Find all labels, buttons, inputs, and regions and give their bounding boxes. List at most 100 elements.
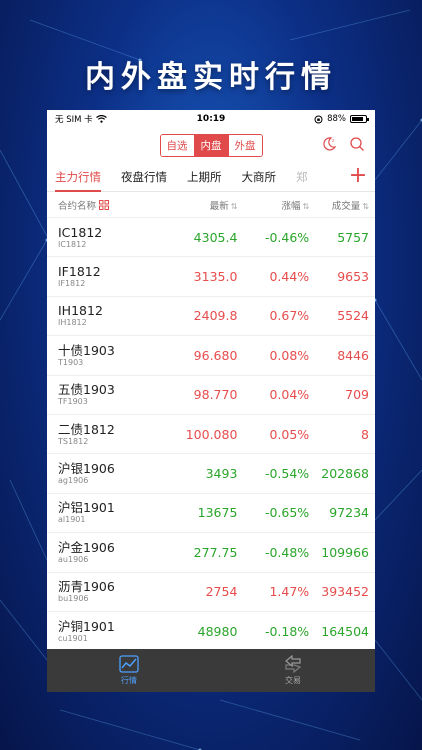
contract-name: 沥青1906 (58, 579, 115, 595)
change-percent: 0.05% (269, 426, 310, 442)
contract-name: IC1812 (58, 224, 103, 240)
last-price: 277.75 (193, 544, 238, 560)
contract-name: 十债1903 (58, 342, 115, 358)
contract-name: 沪铝1901 (58, 500, 115, 516)
last-price: 13675 (197, 505, 238, 521)
last-price: 98.770 (193, 387, 238, 403)
change-percent: 0.04% (269, 387, 310, 403)
change-percent: 1.47% (269, 584, 310, 600)
segment-foreign[interactable]: 外盘 (228, 134, 262, 156)
contract-code: T1903 (58, 357, 84, 367)
contract-name: IF1812 (58, 264, 101, 280)
volume: 202868 (321, 466, 369, 482)
volume: 393452 (321, 584, 369, 600)
quote-row[interactable]: 沥青1906 bu1906 2754 1.47% 393452 (47, 573, 375, 612)
contract-name: 沪银1906 (58, 461, 115, 477)
volume: 8446 (337, 347, 369, 363)
quote-row[interactable]: 沪银1906 ag1906 3493 -0.54% 202868 (47, 454, 375, 494)
volume: 709 (345, 387, 369, 403)
volume: 9653 (337, 269, 369, 285)
volume: 5757 (337, 229, 369, 245)
wifi-icon (95, 115, 107, 123)
contract-code: IH1812 (58, 318, 87, 328)
table-header: 合约名称 最新 ⇅ 涨幅 ⇅ 成交量 ⇅ (47, 192, 375, 218)
contract-cell: 五债1903 TF1903 (58, 382, 158, 407)
quote-row[interactable]: 沪铜1901 cu1901 48980 -0.18% 164504 (47, 612, 375, 652)
segment-domestic[interactable]: 内盘 (194, 134, 229, 156)
column-name-header: 合约名称 (58, 200, 97, 212)
contract-code: IC1812 (58, 239, 87, 249)
contract-cell: 二债1812 TS1812 (58, 422, 158, 447)
column-volume-header[interactable]: 成交量 ⇅ (309, 198, 369, 212)
add-tab-button[interactable]: + (347, 165, 369, 188)
change-percent: -0.18% (264, 623, 310, 639)
tab-dce[interactable]: 大商所 (242, 162, 277, 192)
quote-row[interactable]: 沪铝1901 al1901 13675 -0.65% 97234 (47, 494, 375, 534)
phone-screen: 无 SIM 卡 10:19 88% 自选 内盘 外盘 z 主力行情 夜盘行情 上… (47, 110, 375, 692)
volume: 8 (361, 426, 369, 442)
quote-row[interactable]: 二债1812 TS1812 100.080 0.05% 8 (47, 415, 375, 455)
volume: 5524 (337, 308, 369, 324)
tab-main-contracts[interactable]: 主力行情 (55, 162, 101, 192)
last-price: 3135.0 (193, 269, 238, 285)
tab-night-session[interactable]: 夜盘行情 (121, 162, 167, 192)
category-tabs: 主力行情 夜盘行情 上期所 大商所 郑 + (47, 162, 375, 192)
market-segment-control: 自选 内盘 外盘 (159, 133, 263, 157)
contract-cell: 沪铜1901 cu1901 (58, 619, 158, 644)
contract-name: 沪金1906 (58, 539, 115, 555)
column-price-header[interactable]: 最新 ⇅ (158, 198, 238, 212)
change-percent: -0.48% (264, 544, 310, 560)
volume: 164504 (321, 623, 369, 639)
quote-row[interactable]: IH1812 IH1812 2409.8 0.67% 5524 (47, 297, 375, 337)
segment-watchlist[interactable]: 自选 (160, 134, 195, 156)
bottom-tab-quotes[interactable]: 行情 (47, 649, 211, 692)
status-bar: 无 SIM 卡 10:19 88% (47, 110, 375, 128)
last-price: 48980 (197, 623, 238, 639)
quote-list: IC1812 IC1812 4305.4 -0.46% 5757 IF1812 IF1812… (47, 218, 375, 652)
battery-percent: 88% (327, 114, 346, 124)
change-percent: -0.46% (264, 229, 310, 245)
change-percent: 0.44% (269, 269, 310, 285)
contract-cell: IH1812 IH1812 (58, 303, 158, 328)
contract-code: bu1906 (58, 594, 89, 604)
chart-icon (119, 655, 139, 673)
contract-cell: 沪金1906 au1906 (58, 540, 158, 565)
change-percent: -0.54% (264, 466, 310, 482)
sort-icon: ⇅ (302, 201, 310, 211)
contract-code: TF1903 (58, 397, 88, 407)
contract-cell: 沥青1906 bu1906 (58, 579, 158, 604)
contract-name: 五债1903 (58, 382, 115, 398)
contract-name: 沪铜1901 (58, 618, 115, 634)
quote-row[interactable]: 沪金1906 au1906 277.75 -0.48% 109966 (47, 533, 375, 573)
contract-cell: IC1812 IC1812 (58, 225, 158, 250)
quote-row[interactable]: IC1812 IC1812 4305.4 -0.46% 5757 (47, 218, 375, 258)
trade-icon (285, 655, 302, 673)
tab-shfe[interactable]: 上期所 (187, 162, 222, 192)
battery-icon (350, 115, 369, 123)
change-percent: 0.08% (269, 347, 310, 363)
last-price: 96.680 (193, 347, 238, 363)
contract-code: al1901 (58, 515, 86, 525)
quote-row[interactable]: 十债1903 T1903 96.680 0.08% 8446 (47, 336, 375, 376)
change-percent: 0.67% (269, 308, 310, 324)
quote-row[interactable]: 五债1903 TF1903 98.770 0.04% 709 (47, 376, 375, 415)
tab-czce[interactable]: 郑 (296, 162, 310, 192)
night-mode-icon[interactable]: z (321, 136, 337, 152)
contract-code: cu1901 (58, 633, 88, 643)
contract-cell: IF1812 IF1812 (58, 264, 158, 289)
quote-row[interactable]: IF1812 IF1812 3135.0 0.44% 9653 (47, 257, 375, 297)
contract-code: au1906 (58, 554, 89, 564)
last-price: 2754 (205, 584, 238, 600)
sort-icon: ⇅ (230, 201, 238, 211)
search-icon[interactable] (349, 136, 365, 152)
contract-code: ag1906 (58, 476, 89, 486)
last-price: 100.080 (185, 426, 238, 442)
carrier-label: 无 SIM 卡 (55, 115, 93, 125)
contract-code: TS1812 (58, 436, 89, 446)
column-change-header[interactable]: 涨幅 ⇅ (237, 198, 309, 212)
svg-text:z: z (332, 138, 334, 143)
grid-layout-icon[interactable] (99, 199, 110, 210)
orientation-lock-icon (314, 115, 323, 123)
bottom-tab-trade[interactable]: 交易 (211, 649, 375, 692)
last-price: 2409.8 (193, 308, 238, 324)
